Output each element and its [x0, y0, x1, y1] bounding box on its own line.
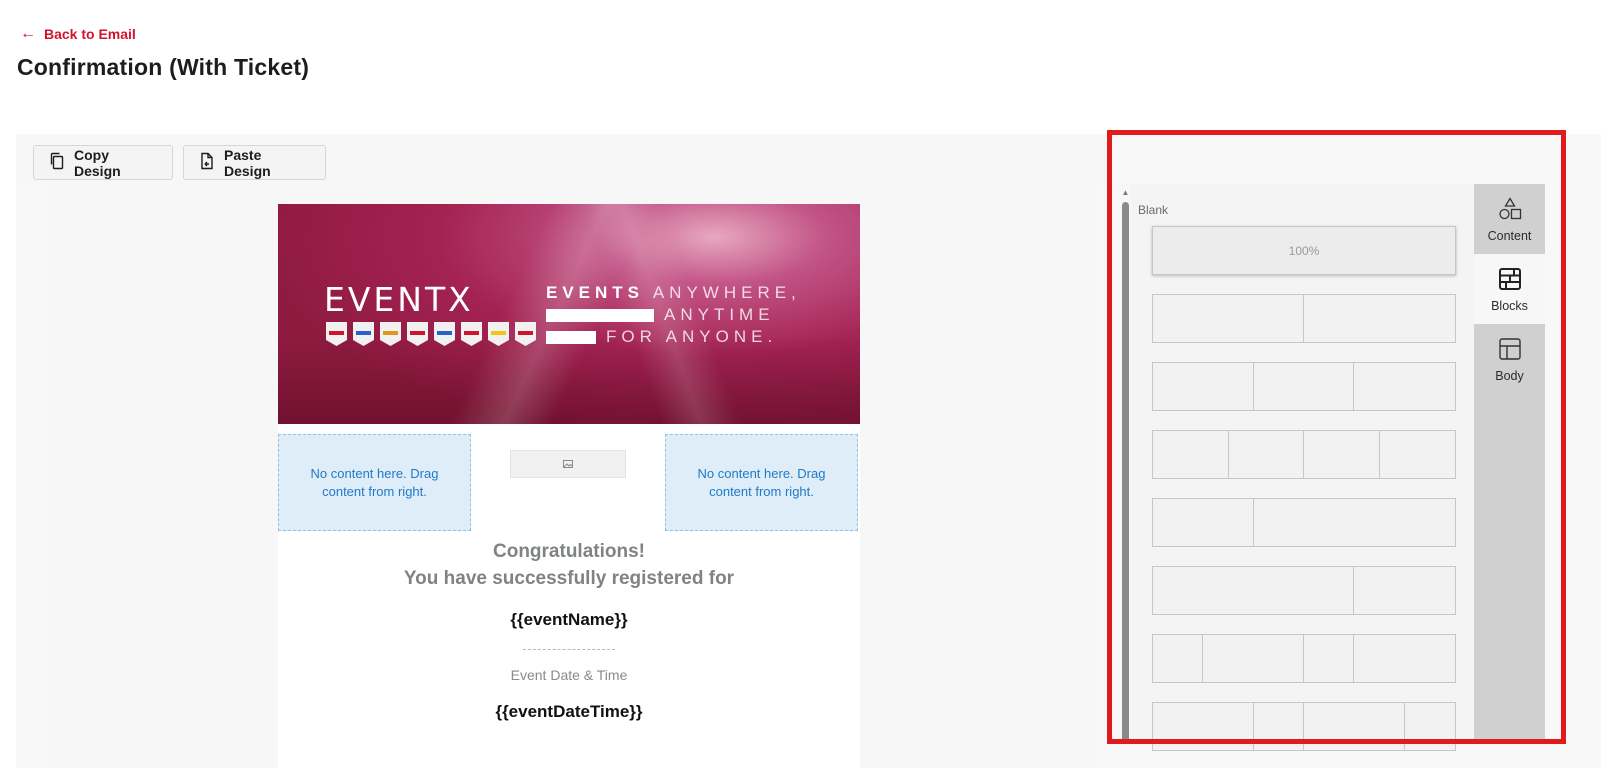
email-canvas: EVENTX EVENTS ANYWHERE, ANYTIME FOR ANYO…	[46, 188, 1096, 768]
email-preview: EVENTX EVENTS ANYWHERE, ANYTIME FOR ANYO…	[278, 204, 860, 768]
image-icon	[563, 455, 573, 473]
empty-column-dropzone[interactable]: No content here. Drag content from right…	[665, 434, 858, 531]
paste-icon	[198, 152, 216, 173]
copy-icon	[48, 152, 66, 173]
award-badge-icon	[353, 322, 374, 346]
tagline-foranyone: FOR ANYONE.	[606, 327, 778, 346]
award-badge-icon	[380, 322, 401, 346]
paste-design-label: Paste Design	[224, 146, 271, 179]
tagline-anywhere: ANYWHERE,	[652, 283, 801, 302]
arrow-left-icon: ←	[20, 25, 36, 42]
back-link-label: Back to Email	[44, 26, 136, 42]
hero-tagline: EVENTS ANYWHERE, ANYTIME FOR ANYONE.	[546, 282, 801, 348]
hero-banner-image[interactable]: EVENTX EVENTS ANYWHERE, ANYTIME FOR ANYO…	[278, 204, 860, 424]
tagline-events: EVENTS	[546, 283, 645, 302]
editor-toolbar: Copy Design Paste Design	[16, 134, 1141, 188]
dashed-divider	[523, 649, 615, 650]
tagline-anytime: ANYTIME	[664, 305, 775, 324]
image-placeholder[interactable]	[510, 450, 626, 478]
congrats-heading: Congratulations!	[493, 541, 645, 562]
congrats-subheading: You have successfully registered for	[403, 568, 735, 589]
empty-column-dropzone[interactable]: No content here. Drag content from right…	[278, 434, 471, 531]
award-badges	[326, 322, 536, 346]
page-title: Confirmation (With Ticket)	[17, 54, 310, 80]
event-datetime-merge-tag: {{eventDateTime}}	[495, 702, 643, 721]
award-badge-icon	[434, 322, 455, 346]
eventx-logo: EVENTX	[324, 280, 474, 319]
award-badge-icon	[488, 322, 509, 346]
award-badge-icon	[326, 322, 347, 346]
event-name-merge-tag: {{eventName}}	[510, 610, 628, 629]
event-date-label: Event Date & Time	[510, 667, 628, 683]
tagline-bar	[546, 309, 654, 323]
copy-design-button[interactable]: Copy Design	[33, 145, 173, 180]
copy-design-label: Copy Design	[74, 146, 121, 179]
tagline-bar	[546, 331, 596, 345]
highlight-frame	[1107, 130, 1566, 744]
award-badge-icon	[407, 322, 428, 346]
award-badge-icon	[461, 322, 482, 346]
back-to-email-link[interactable]: ← Back to Email	[20, 25, 136, 43]
award-badge-icon	[515, 322, 536, 346]
paste-design-button[interactable]: Paste Design	[183, 145, 326, 180]
